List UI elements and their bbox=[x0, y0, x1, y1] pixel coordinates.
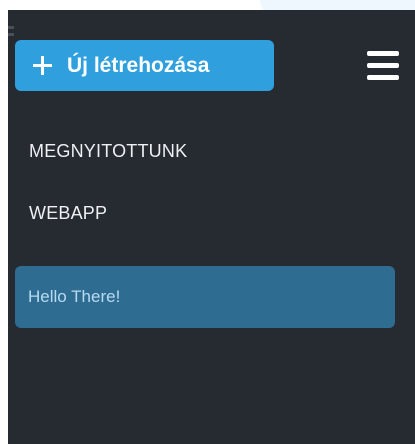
note-title: Hello There! bbox=[28, 287, 121, 306]
selected-note-item[interactable]: Hello There! bbox=[15, 266, 395, 328]
menu-bar bbox=[367, 63, 399, 68]
menu-bar bbox=[367, 75, 399, 80]
menu-bar bbox=[367, 51, 399, 56]
create-new-button[interactable]: Új létrehozása bbox=[15, 40, 274, 91]
sidebar-item-megnyitottunk[interactable]: MEGNYITOTTUNK bbox=[29, 141, 187, 162]
create-new-label: Új létrehozása bbox=[67, 53, 210, 77]
hamburger-menu-icon[interactable] bbox=[365, 48, 403, 84]
sidebar: Új létrehozása MEGNYITOTTUNK WEBAPP Hell… bbox=[8, 10, 415, 444]
app-window: Új létrehozása MEGNYITOTTUNK WEBAPP Hell… bbox=[0, 0, 415, 444]
sidebar-item-webapp[interactable]: WEBAPP bbox=[29, 203, 107, 224]
edge-grip-icon bbox=[8, 26, 14, 44]
plus-icon bbox=[32, 55, 53, 76]
